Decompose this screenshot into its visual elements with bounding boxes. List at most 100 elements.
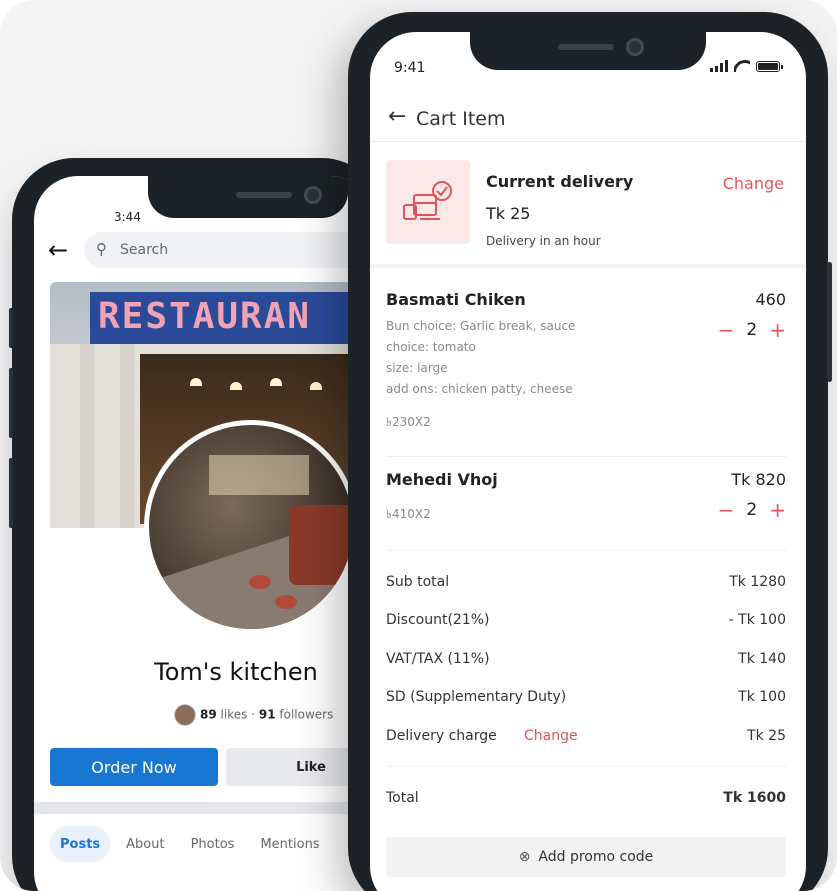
- followers-count: 91: [258, 707, 276, 722]
- promo-label: Add promo code: [538, 849, 654, 865]
- subtotal-value: Tk 1280: [729, 574, 786, 590]
- lamp-icon: [190, 378, 202, 386]
- page-tabs: Posts About Photos Mentions: [50, 826, 330, 864]
- sd-row: SD (Supplementary Duty) Tk 100: [386, 689, 786, 713]
- profile-picture[interactable]: [144, 420, 358, 634]
- order-now-button[interactable]: Order Now: [50, 748, 218, 786]
- item-price: Tk 820: [731, 470, 786, 489]
- item-name: Mehedi Vhoj: [386, 470, 498, 489]
- item-option-line: add ons: chicken patty, cheese: [386, 382, 573, 396]
- back-arrow-icon[interactable]: ←: [48, 236, 68, 264]
- sd-label: SD (Supplementary Duty): [386, 689, 567, 705]
- increase-quantity-button[interactable]: +: [769, 320, 786, 340]
- item-divider: [386, 550, 786, 551]
- add-promo-code-button[interactable]: ⊗ Add promo code: [386, 837, 786, 877]
- cart-item: Mehedi Vhoj Tk 820 ৳410X2 − 2 +: [386, 470, 786, 540]
- search-placeholder: Search: [120, 242, 169, 258]
- volume-up-button: [9, 368, 13, 438]
- vat-row: VAT/TAX (11%) Tk 140: [386, 651, 786, 675]
- order-summary: Sub total Tk 1280 Discount(21%) - Tk 100…: [386, 574, 786, 814]
- stool: [275, 595, 297, 609]
- front-phone-screen: 9:41 ← Cart Item Current delivery Tk 25 …: [370, 32, 806, 891]
- battery-icon: [756, 60, 783, 72]
- signal-icon: [710, 60, 728, 72]
- stats-separator: ·: [251, 707, 256, 722]
- search-icon: ⚲: [96, 240, 107, 258]
- status-time: 3:44: [114, 210, 141, 224]
- item-option-line: Bun choice: Garlic break, sauce: [386, 319, 576, 333]
- volume-down-button: [9, 458, 13, 528]
- search-input[interactable]: ⚲ Search: [84, 232, 374, 268]
- delivery-price: Tk 25: [486, 204, 531, 223]
- change-delivery-link[interactable]: Change: [723, 174, 784, 193]
- quantity-value: 2: [746, 500, 758, 520]
- quantity-stepper: − 2 +: [718, 320, 786, 340]
- total-value: Tk 1600: [723, 790, 786, 806]
- back-phone-frame: 3:44 ← ⚲ Search RESTAURAN Tom's kitchen …: [9, 158, 384, 891]
- page-title: Tom's kitchen: [154, 658, 318, 686]
- item-divider: [386, 456, 786, 457]
- vat-label: VAT/TAX (11%): [386, 651, 490, 667]
- camera-icon: [626, 38, 644, 56]
- cart-item: Basmati Chiken 460 Bun choice: Garlic br…: [386, 290, 786, 440]
- notch: [470, 32, 706, 70]
- facade-pillar: [80, 344, 94, 528]
- quantity-stepper: − 2 +: [718, 500, 786, 520]
- promo-tag-icon: ⊗: [518, 849, 531, 865]
- interior-light: [209, 455, 309, 495]
- delivery-box-icon: [386, 160, 470, 244]
- vat-value: Tk 140: [738, 651, 786, 667]
- sd-value: Tk 100: [738, 689, 786, 705]
- tab-mentions[interactable]: Mentions: [250, 826, 329, 862]
- delivery-charge-value: Tk 25: [747, 728, 786, 744]
- discount-row: Discount(21%) - Tk 100: [386, 612, 786, 636]
- notch: [148, 176, 348, 218]
- delivery-note: Delivery in an hour: [486, 234, 601, 248]
- back-phone-screen: 3:44 ← ⚲ Search RESTAURAN Tom's kitchen …: [34, 176, 374, 891]
- followers-label: followers: [279, 707, 334, 722]
- item-price: 460: [755, 290, 786, 309]
- delivery-title: Current delivery: [486, 172, 634, 191]
- decrease-quantity-button[interactable]: −: [718, 320, 735, 340]
- subtotal-label: Sub total: [386, 574, 450, 590]
- speaker-grille: [558, 44, 614, 50]
- delivery-charge-row: Delivery charge Change Tk 25: [386, 728, 786, 752]
- decrease-quantity-button[interactable]: −: [718, 500, 735, 520]
- back-arrow-icon[interactable]: ←: [388, 104, 406, 129]
- item-name: Basmati Chiken: [386, 290, 526, 309]
- status-time: 9:41: [394, 60, 426, 76]
- item-unit-price: ৳230X2: [386, 415, 431, 429]
- search-header: ← ⚲ Search: [34, 226, 374, 276]
- item-unit-price: ৳410X2: [386, 507, 431, 521]
- mute-switch: [9, 308, 13, 348]
- item-option-line: choice: tomato: [386, 340, 476, 354]
- facade-pillar: [120, 344, 134, 528]
- change-delivery-charge-link[interactable]: Change: [524, 728, 578, 744]
- likes-count: 89: [200, 707, 217, 722]
- tab-photos[interactable]: Photos: [181, 826, 245, 862]
- stool: [249, 575, 271, 589]
- tab-posts[interactable]: Posts: [50, 826, 111, 862]
- total-label: Total: [386, 790, 419, 806]
- summary-divider: [386, 766, 786, 767]
- speaker-grille: [236, 192, 292, 198]
- front-phone-frame: 9:41 ← Cart Item Current delivery Tk 25 …: [348, 12, 832, 891]
- quantity-value: 2: [746, 320, 758, 340]
- lamp-icon: [270, 378, 282, 386]
- section-divider: [34, 802, 374, 814]
- likes-label: likes: [220, 707, 248, 722]
- total-row: Total Tk 1600: [386, 790, 786, 814]
- subtotal-row: Sub total Tk 1280: [386, 574, 786, 598]
- showcase-canvas: 3:44 ← ⚲ Search RESTAURAN Tom's kitchen …: [0, 0, 837, 891]
- camera-icon: [304, 186, 322, 204]
- discount-value: - Tk 100: [728, 612, 786, 628]
- lamp-icon: [230, 382, 242, 390]
- tab-about[interactable]: About: [116, 826, 174, 862]
- status-icons: [710, 60, 783, 72]
- restaurant-sign: RESTAURAN: [98, 296, 312, 337]
- increase-quantity-button[interactable]: +: [769, 500, 786, 520]
- page-title: Cart Item: [416, 108, 506, 130]
- current-delivery-card: Current delivery Tk 25 Delivery in an ho…: [370, 142, 806, 268]
- page-stats: 89 likes · 91 followers: [174, 704, 333, 726]
- discount-label: Discount(21%): [386, 612, 490, 628]
